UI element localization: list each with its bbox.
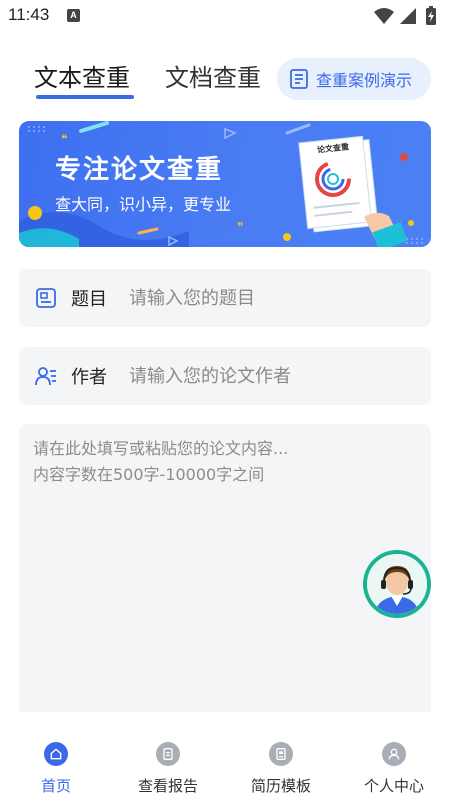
report-icon (156, 742, 180, 766)
banner-subtitle: 查大同，识小异，更专业 (55, 195, 232, 214)
status-bar: 11:43 A (0, 0, 450, 32)
notification-app-icon: A (67, 9, 80, 22)
bottom-navigation: 首页 查看报告 简历模板 个人中心 (0, 712, 450, 800)
signal-icon (400, 8, 416, 24)
banner-title: 专注论文查重 (55, 155, 224, 185)
svg-text:❝: ❝ (61, 132, 67, 146)
title-icon (36, 288, 56, 308)
active-tab-indicator (36, 95, 134, 99)
nav-item-home[interactable]: 首页 (6, 742, 106, 796)
nav-label-template: 简历模板 (250, 777, 311, 795)
author-label: 作者 (71, 367, 107, 388)
nav-item-profile[interactable]: 个人中心 (344, 742, 444, 796)
tab-text-check[interactable]: 文本查重 (34, 58, 130, 93)
wifi-icon (374, 8, 394, 24)
customer-service-icon (367, 554, 427, 614)
title-field[interactable]: 题目 (19, 269, 431, 327)
svg-text:❞: ❞ (237, 220, 243, 234)
list-doc-icon (290, 69, 308, 89)
customer-service-button[interactable] (363, 550, 431, 618)
profile-icon (382, 742, 406, 766)
demo-case-button[interactable]: 查重案例演示 (277, 58, 431, 100)
status-time: 11:43 (8, 5, 50, 24)
title-label: 题目 (71, 289, 107, 310)
tab-document-check[interactable]: 文档查重 (165, 58, 261, 93)
author-field[interactable]: 作者 (19, 347, 431, 405)
battery-icon (426, 6, 436, 25)
home-icon (44, 742, 68, 766)
template-icon (269, 742, 293, 766)
author-input[interactable] (129, 365, 409, 387)
nav-label-home: 首页 (40, 777, 71, 795)
nav-item-template[interactable]: 简历模板 (231, 742, 331, 796)
nav-label-profile: 个人中心 (363, 777, 424, 795)
nav-label-report: 查看报告 (137, 777, 198, 795)
status-icons (374, 6, 436, 25)
nav-item-report[interactable]: 查看报告 (118, 742, 218, 796)
author-icon (35, 367, 56, 386)
title-input[interactable] (129, 287, 409, 309)
demo-case-label: 查重案例演示 (316, 71, 413, 90)
promo-banner[interactable]: ❝ ❞ 论文查重 专注论文查重 查大同，识小异，更专业 (19, 121, 431, 247)
